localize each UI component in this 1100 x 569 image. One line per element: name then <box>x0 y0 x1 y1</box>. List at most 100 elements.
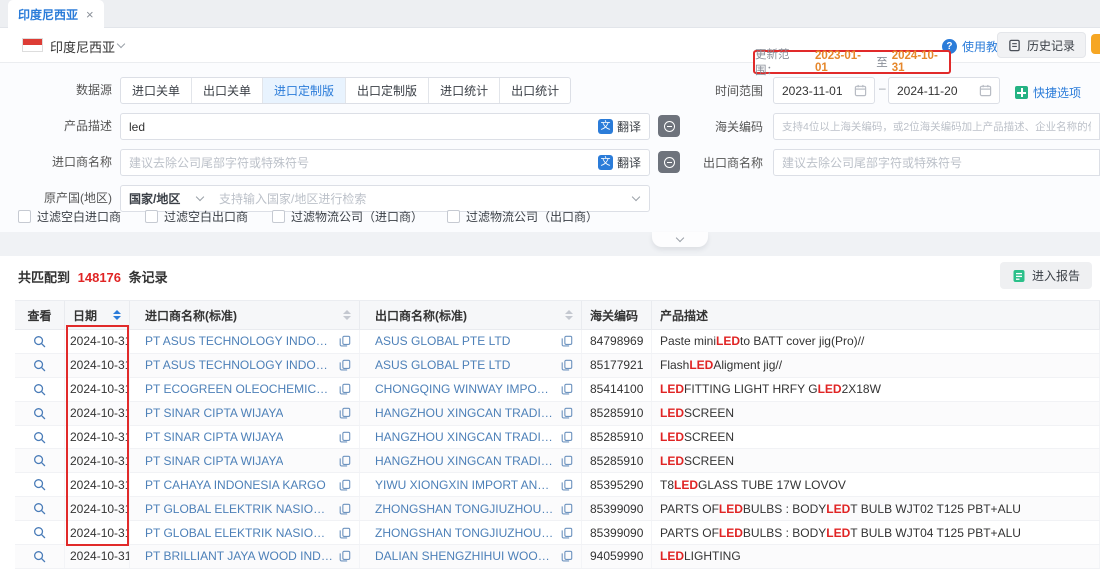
copy-icon[interactable] <box>561 359 573 371</box>
view-record-button[interactable] <box>15 426 65 449</box>
chevron-down-icon[interactable] <box>117 40 125 48</box>
importer-link[interactable]: PT BRILLIANT JAYA WOOD INDUSTRY <box>145 549 333 563</box>
hs-code-input[interactable] <box>774 114 1099 139</box>
exporter-link[interactable]: ASUS GLOBAL PTE LTD <box>375 358 510 372</box>
exact-match-toggle-button[interactable] <box>658 115 680 137</box>
view-record-button[interactable] <box>15 378 65 401</box>
exact-match-toggle-button[interactable] <box>658 151 680 173</box>
importer-link[interactable]: PT SINAR CIPTA WIJAYA <box>145 430 283 444</box>
checkbox-icon[interactable] <box>272 210 285 223</box>
importer-link[interactable]: PT GLOBAL ELEKTRIK NASIONAL <box>145 502 333 516</box>
date-to-input[interactable] <box>889 78 979 103</box>
importer-link[interactable]: PT GLOBAL ELEKTRIK NASIONAL <box>145 526 333 540</box>
collapse-panel-button[interactable] <box>652 232 708 247</box>
copy-icon[interactable] <box>561 479 573 491</box>
view-record-button[interactable] <box>15 402 65 425</box>
column-header[interactable]: 进口商名称(标准) <box>130 301 360 330</box>
importer-link[interactable]: PT ASUS TECHNOLOGY INDONESIA BA... <box>145 334 333 348</box>
sort-icon[interactable] <box>343 310 351 320</box>
sort-icon[interactable] <box>113 310 121 320</box>
filter-checkbox[interactable]: 过滤物流公司（进口商） <box>272 208 423 225</box>
datasource-tab[interactable]: 进口定制版 <box>263 78 346 103</box>
quick-options-button[interactable]: 快捷选项 <box>1015 84 1081 101</box>
exporter-link[interactable]: YIWU XIONGXIN IMPORT AND EXPORT... <box>375 478 555 492</box>
importer-link[interactable]: PT ASUS TECHNOLOGY INDONESIA BA... <box>145 358 333 372</box>
product-desc-input[interactable] <box>121 114 590 139</box>
copy-icon[interactable] <box>561 407 573 419</box>
exporter-link[interactable]: ZHONGSHAN TONGJIUZHOU INTERNA... <box>375 502 555 516</box>
view-record-button[interactable] <box>15 497 65 520</box>
column-header[interactable]: 出口商名称(标准) <box>360 301 582 330</box>
exporter-link[interactable]: HANGZHOU XINGCAN TRADING CO LTD <box>375 406 555 420</box>
history-button[interactable]: 历史记录 <box>997 32 1086 58</box>
checkbox-icon[interactable] <box>145 210 158 223</box>
view-record-button[interactable] <box>15 521 65 544</box>
column-header: 产品描述 <box>652 301 1100 330</box>
report-icon <box>1012 269 1026 283</box>
copy-icon[interactable] <box>561 455 573 467</box>
date-cell: 2024-10-31 <box>65 449 130 472</box>
exporter-link[interactable]: DALIAN SHENGZHIHUI WOOD INDUST... <box>375 549 555 563</box>
filter-checkbox[interactable]: 过滤空白出口商 <box>145 208 248 225</box>
copy-icon[interactable] <box>561 335 573 347</box>
checkbox-icon[interactable] <box>18 210 31 223</box>
copy-icon[interactable] <box>339 550 351 562</box>
copy-icon[interactable] <box>339 431 351 443</box>
copy-icon[interactable] <box>339 407 351 419</box>
copy-icon[interactable] <box>339 479 351 491</box>
floating-action-icon[interactable] <box>1091 34 1100 54</box>
exporter-link[interactable]: HANGZHOU XINGCAN TRADING CO LTD <box>375 430 555 444</box>
translate-button[interactable]: 翻译 <box>590 154 649 171</box>
importer-cell: PT GLOBAL ELEKTRIK NASIONAL <box>130 497 360 520</box>
view-record-button[interactable] <box>15 473 65 496</box>
checkbox-label: 过滤物流公司（出口商） <box>466 208 598 225</box>
datasource-tab[interactable]: 进口关单 <box>121 78 192 103</box>
datasource-tab[interactable]: 进口统计 <box>429 78 500 103</box>
hs-code-cell: 85414100 <box>582 378 652 401</box>
close-icon[interactable]: × <box>86 8 94 21</box>
copy-icon[interactable] <box>339 503 351 515</box>
translate-button[interactable]: 翻译 <box>590 118 649 135</box>
page-tab-label: 印度尼西亚 <box>18 6 78 23</box>
exporter-name-input[interactable] <box>774 150 1099 175</box>
filter-row-source: 数据源 进口关单出口关单进口定制版出口定制版进口统计出口统计 时间范围 – 快捷… <box>0 77 1100 104</box>
sort-icon[interactable] <box>565 310 573 320</box>
datasource-tab[interactable]: 出口关单 <box>192 78 263 103</box>
view-record-button[interactable] <box>15 545 65 568</box>
copy-icon[interactable] <box>561 503 573 515</box>
exporter-link[interactable]: ASUS GLOBAL PTE LTD <box>375 334 510 348</box>
product-desc-cell: T8 LED GLASS TUBE 17W LOVOV <box>652 473 1100 496</box>
copy-icon[interactable] <box>339 359 351 371</box>
copy-icon[interactable] <box>339 383 351 395</box>
exporter-link[interactable]: CHONGQING WINWAY IMPORT AND E... <box>375 382 555 396</box>
datasource-tab[interactable]: 出口统计 <box>500 78 570 103</box>
copy-icon[interactable] <box>561 550 573 562</box>
exporter-link[interactable]: ZHONGSHAN TONGJIUZHOU INTERNA... <box>375 526 555 540</box>
filter-checkbox[interactable]: 过滤物流公司（出口商） <box>447 208 598 225</box>
page-tab-indonesia[interactable]: 印度尼西亚 × <box>8 0 104 28</box>
copy-icon[interactable] <box>339 335 351 347</box>
checkbox-icon[interactable] <box>447 210 460 223</box>
importer-link[interactable]: PT CAHAYA INDONESIA KARGO <box>145 478 326 492</box>
datasource-tab[interactable]: 出口定制版 <box>346 78 429 103</box>
date-from-input-wrap <box>773 77 875 104</box>
view-record-button[interactable] <box>15 449 65 472</box>
exporter-link[interactable]: HANGZHOU XINGCAN TRADING CO LTD <box>375 454 555 468</box>
enter-report-button[interactable]: 进入报告 <box>1000 262 1092 289</box>
copy-icon[interactable] <box>339 527 351 539</box>
translate-icon <box>598 155 613 170</box>
copy-icon[interactable] <box>561 527 573 539</box>
importer-link[interactable]: PT ECOGREEN OLEOCHEMICALS <box>145 382 333 396</box>
importer-name-input[interactable] <box>121 150 590 175</box>
date-from-input[interactable] <box>774 78 854 103</box>
copy-icon[interactable] <box>339 455 351 467</box>
view-record-button[interactable] <box>15 354 65 377</box>
country-selector[interactable]: 印度尼西亚 <box>50 37 115 56</box>
view-record-button[interactable] <box>15 330 65 353</box>
copy-icon[interactable] <box>561 383 573 395</box>
importer-link[interactable]: PT SINAR CIPTA WIJAYA <box>145 406 283 420</box>
filter-checkbox[interactable]: 过滤空白进口商 <box>18 208 121 225</box>
copy-icon[interactable] <box>561 431 573 443</box>
column-header[interactable]: 日期 <box>65 301 130 330</box>
importer-link[interactable]: PT SINAR CIPTA WIJAYA <box>145 454 283 468</box>
